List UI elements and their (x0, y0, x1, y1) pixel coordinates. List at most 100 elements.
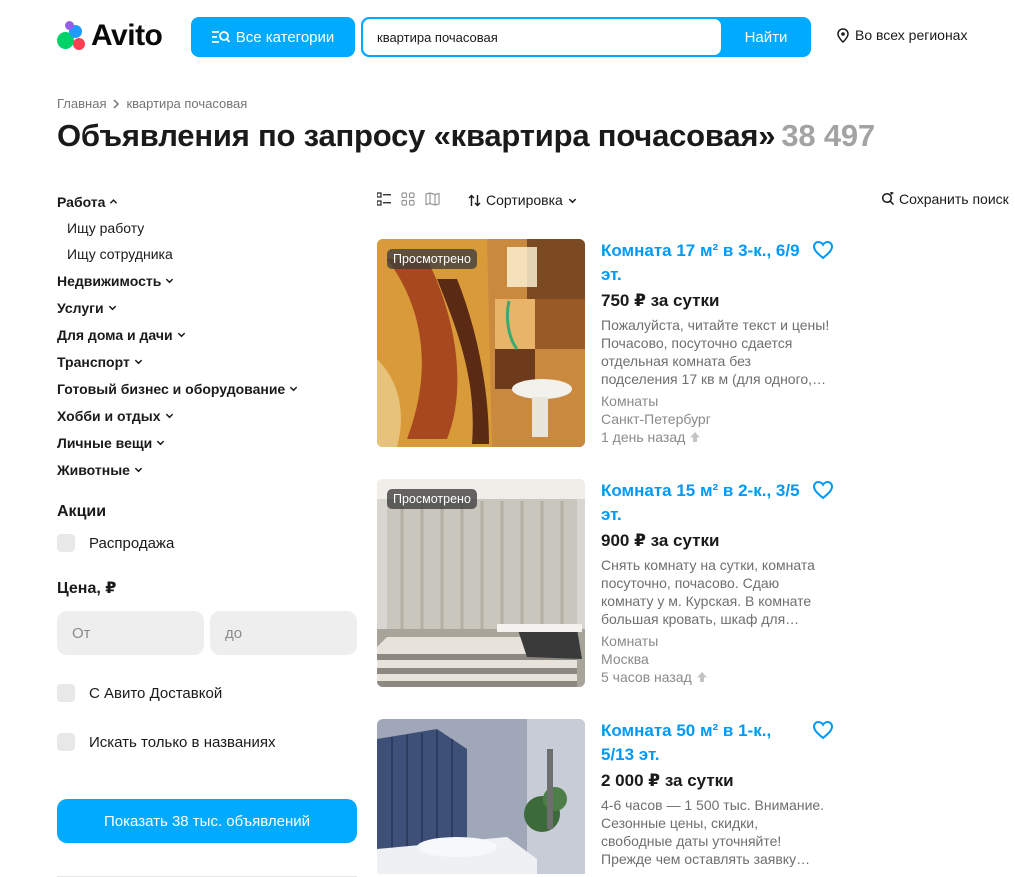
sidebar-item-personal[interactable]: Личные вещи (57, 429, 357, 456)
page-title: Объявления по запросу «квартира почасова… (57, 118, 875, 154)
breadcrumb-current[interactable]: квартира почасовая (126, 96, 247, 111)
sidebar-item-transport[interactable]: Транспорт (57, 348, 357, 375)
listing-city: Москва (601, 651, 649, 667)
sidebar-item-services[interactable]: Услуги (57, 294, 357, 321)
sidebar-item-label: Работа (57, 193, 106, 210)
page-title-text: Объявления по запросу «квартира почасова… (57, 118, 776, 153)
delivery-checkbox-row[interactable]: С Авито Доставкой (57, 684, 357, 702)
listing-time-label: 5 часов назад (601, 669, 692, 685)
heart-icon[interactable] (812, 479, 834, 501)
sidebar-item-business[interactable]: Готовый бизнес и оборудование (57, 375, 357, 402)
arrow-up-icon (696, 672, 707, 682)
sidebar-item-label: Животные (57, 461, 130, 478)
breadcrumb-home[interactable]: Главная (57, 96, 106, 111)
listing-price: 900 ₽ за сутки (601, 531, 720, 550)
chevron-down-icon (290, 386, 298, 392)
sidebar-item-label: Транспорт (57, 353, 130, 370)
categories-search-icon (211, 31, 230, 43)
price-to-input[interactable] (210, 611, 357, 655)
arrow-up-icon (690, 432, 701, 442)
listing-time-label: 1 день назад (601, 429, 686, 445)
price-from-input[interactable] (57, 611, 204, 655)
region-selector[interactable]: Во всех регионах (837, 27, 967, 43)
heart-icon[interactable] (812, 239, 834, 261)
chevron-down-icon (165, 413, 173, 419)
listing-title[interactable]: Комната 17 м² в 3-к., 6/9 эт. (601, 239, 801, 287)
grid-view-icon[interactable] (401, 192, 415, 206)
list-view-icon[interactable] (377, 192, 391, 206)
sidebar-subitem-job-seek[interactable]: Ищу работу (57, 215, 357, 241)
save-search-label: Сохранить поиск (899, 191, 1009, 207)
sidebar-item-label: Хобби и отдых (57, 407, 161, 424)
map-view-icon[interactable] (425, 192, 440, 206)
listing-photo[interactable] (377, 719, 585, 874)
listing-category: Комнаты (601, 633, 659, 649)
chevron-down-icon (166, 278, 174, 284)
heart-icon[interactable] (812, 719, 834, 741)
sidebar-item-animals[interactable]: Животные (57, 456, 357, 483)
sidebar-item-realty[interactable]: Недвижимость (57, 267, 357, 294)
chevron-down-icon (568, 198, 577, 203)
chevron-up-icon (110, 199, 118, 204)
region-label: Во всех регионах (855, 27, 968, 43)
listing-city: Санкт-Петербург (601, 411, 711, 427)
sidebar-subitem-employee-seek[interactable]: Ищу сотрудника (57, 241, 357, 267)
listing-photo[interactable]: Просмотрено (377, 239, 585, 447)
listing-info: Комната 17 м² в 3-к., 6/9 эт. 750 ₽ за с… (601, 239, 831, 446)
search-input[interactable] (363, 19, 721, 55)
listing-title[interactable]: Комната 15 м² в 2-к., 3/5 эт. (601, 479, 801, 527)
listing-price: 2 000 ₽ за сутки (601, 771, 734, 790)
listing-card[interactable]: Просмотрено Комната 15 м² в 2-к., 3/5 эт… (377, 479, 837, 689)
search-bar: Найти (361, 17, 811, 57)
sidebar-item-label: Для дома и дачи (57, 326, 173, 343)
view-switcher (377, 192, 440, 206)
chevron-down-icon (134, 359, 143, 365)
location-pin-icon (837, 27, 849, 43)
titles-only-label: Искать только в названиях (89, 733, 276, 751)
viewed-badge: Просмотрено (387, 249, 477, 269)
avito-logo[interactable]: Avito (57, 19, 163, 52)
listing-description: Снять комнату на сутки, комната посуточн… (601, 557, 815, 627)
filters-sidebar: Работа Ищу работу Ищу сотрудника Недвижи… (57, 188, 357, 877)
chevron-down-icon (108, 305, 116, 311)
sort-label: Сортировка (486, 192, 563, 208)
show-results-label: Показать 38 тыс. объявлений (104, 812, 310, 830)
sidebar-item-home-garden[interactable]: Для дома и дачи (57, 321, 357, 348)
listing-time: 5 часов назад (601, 668, 831, 686)
listing-time: 1 день назад (601, 428, 831, 446)
search-button-label: Найти (744, 28, 788, 46)
delivery-checkbox[interactable] (57, 684, 75, 702)
titles-only-checkbox-row[interactable]: Искать только в названиях (57, 733, 357, 751)
listing-photo-image (377, 239, 585, 447)
sidebar-item-label: Личные вещи (57, 434, 153, 451)
chevron-down-icon (177, 332, 185, 338)
listing-category: Комнаты (601, 393, 659, 409)
listing-card[interactable]: Комната 50 м² в 1-к., 5/13 эт. 2 000 ₽ з… (377, 719, 837, 874)
listing-description: 4-6 часов — 1 500 тыс. Внимание. Сезонны… (601, 797, 825, 867)
sidebar-item-label: Услуги (57, 299, 104, 316)
sale-checkbox[interactable] (57, 534, 75, 552)
listing-info: Комната 50 м² в 1-к., 5/13 эт. 2 000 ₽ з… (601, 719, 831, 868)
listing-info: Комната 15 м² в 2-к., 3/5 эт. 900 ₽ за с… (601, 479, 831, 686)
viewed-badge: Просмотрено (387, 489, 477, 509)
search-button[interactable]: Найти (721, 17, 811, 57)
show-results-button[interactable]: Показать 38 тыс. объявлений (57, 799, 357, 843)
logo-dots-icon (57, 21, 89, 51)
save-search-button[interactable]: Сохранить поиск (881, 191, 1009, 207)
sidebar-item-label: Недвижимость (57, 272, 162, 289)
price-range (57, 611, 357, 655)
sidebar-item-hobby[interactable]: Хобби и отдых (57, 402, 357, 429)
listing-title[interactable]: Комната 50 м² в 1-к., 5/13 эт. (601, 719, 801, 767)
titles-only-checkbox[interactable] (57, 733, 75, 751)
listing-photo-image (377, 719, 585, 874)
breadcrumb: Главная квартира почасовая (57, 96, 247, 111)
sort-dropdown[interactable]: Сортировка (468, 192, 577, 208)
sidebar-item-work[interactable]: Работа (57, 188, 357, 215)
all-categories-button[interactable]: Все категории (191, 17, 355, 57)
price-heading: Цена, ₽ (57, 580, 117, 597)
sale-checkbox-row[interactable]: Распродажа (57, 534, 357, 552)
listing-card[interactable]: Просмотрено Комната 17 м² в 3-к., 6/9 эт… (377, 239, 837, 449)
listing-price: 750 ₽ за сутки (601, 291, 720, 310)
listing-photo[interactable]: Просмотрено (377, 479, 585, 687)
result-count: 38 497 (781, 118, 875, 153)
